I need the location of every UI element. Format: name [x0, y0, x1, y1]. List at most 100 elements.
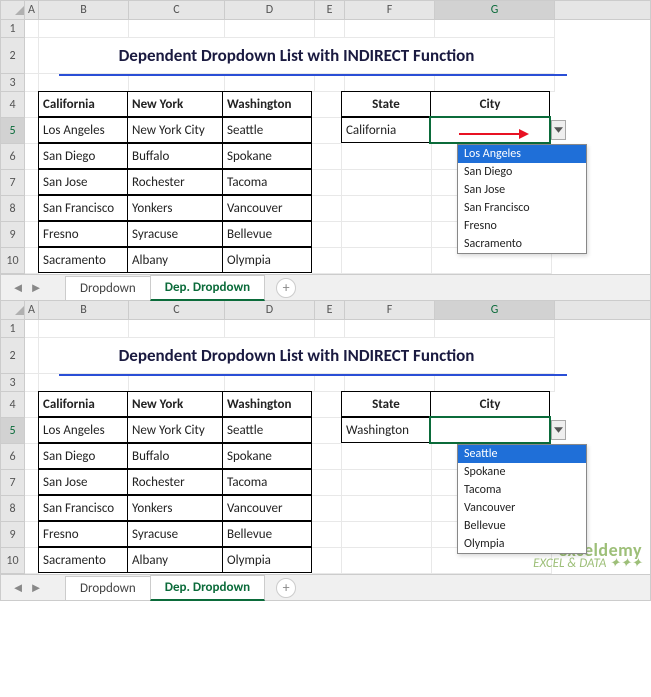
cell-blank[interactable] — [129, 74, 225, 92]
cell[interactable] — [342, 496, 432, 522]
cell-blank[interactable] — [435, 20, 555, 38]
row-header-5[interactable]: 5 — [1, 418, 25, 444]
table-cell[interactable]: Vancouver — [222, 195, 312, 221]
tab-dep-dropdown[interactable]: Dep. Dropdown — [150, 275, 265, 301]
cell[interactable] — [25, 418, 39, 444]
col-header-C[interactable]: C — [129, 301, 225, 319]
cell[interactable] — [312, 470, 342, 496]
table-cell[interactable]: Spokane — [222, 443, 312, 469]
table-cell[interactable]: Rochester — [127, 469, 223, 495]
table-cell[interactable]: Tacoma — [222, 469, 312, 495]
table-cell[interactable]: Albany — [127, 247, 223, 273]
add-sheet-button[interactable]: + — [276, 278, 296, 298]
dropdown-option[interactable]: Fresno — [458, 217, 586, 235]
table-cell[interactable]: Seattle — [222, 417, 312, 443]
cell[interactable] — [25, 170, 39, 196]
row-header-10[interactable]: 10 — [1, 248, 25, 274]
cell[interactable] — [312, 118, 342, 144]
table-cell[interactable]: Fresno — [38, 221, 128, 247]
cell[interactable] — [25, 496, 39, 522]
cell-blank[interactable] — [345, 320, 435, 338]
col-header-E[interactable]: E — [315, 301, 345, 319]
col-header-G[interactable]: G — [435, 301, 555, 319]
col-header-A[interactable]: A — [25, 301, 39, 319]
row-header-3[interactable]: 3 — [1, 374, 25, 392]
col-header-C[interactable]: C — [129, 1, 225, 19]
cell-blank[interactable] — [345, 374, 435, 392]
table-cell[interactable]: Vancouver — [222, 495, 312, 521]
cell[interactable] — [25, 222, 39, 248]
table-cell[interactable]: Rochester — [127, 169, 223, 195]
cell[interactable] — [342, 548, 432, 574]
dropdown-option[interactable]: Los Angeles — [458, 145, 586, 163]
cell-blank[interactable] — [129, 20, 225, 38]
cell-blank[interactable] — [435, 374, 555, 392]
cell[interactable] — [342, 222, 432, 248]
select-all-corner[interactable] — [1, 301, 25, 319]
cell-blank[interactable] — [225, 20, 315, 38]
cell-blank[interactable] — [435, 74, 555, 92]
col-header-D[interactable]: D — [225, 301, 315, 319]
cell[interactable] — [25, 522, 39, 548]
table-cell[interactable]: Los Angeles — [38, 117, 128, 143]
cell-blank[interactable] — [129, 320, 225, 338]
row-header-8[interactable]: 8 — [1, 196, 25, 222]
col-header-D[interactable]: D — [225, 1, 315, 19]
cell[interactable] — [25, 38, 39, 74]
table-cell[interactable]: Bellevue — [222, 521, 312, 547]
col-header-E[interactable]: E — [315, 1, 345, 19]
select-all-corner[interactable] — [1, 1, 25, 19]
cell[interactable] — [312, 92, 342, 118]
cell[interactable] — [342, 444, 432, 470]
cell[interactable] — [25, 392, 39, 418]
table-cell[interactable]: Fresno — [38, 521, 128, 547]
cell-blank[interactable] — [39, 74, 129, 92]
cell-blank[interactable] — [225, 74, 315, 92]
row-header-2[interactable]: 2 — [1, 38, 25, 74]
cell[interactable] — [312, 392, 342, 418]
cell[interactable] — [342, 522, 432, 548]
row-header-7[interactable]: 7 — [1, 170, 25, 196]
table-cell[interactable]: Seattle — [222, 117, 312, 143]
table-cell[interactable]: Syracuse — [127, 221, 223, 247]
cell-blank[interactable] — [315, 20, 345, 38]
col-header-F[interactable]: F — [345, 301, 435, 319]
table-cell[interactable]: Buffalo — [127, 443, 223, 469]
tab-dropdown[interactable]: Dropdown — [65, 576, 151, 600]
table-cell[interactable]: Los Angeles — [38, 417, 128, 443]
table-cell[interactable]: Buffalo — [127, 143, 223, 169]
row-header-9[interactable]: 9 — [1, 222, 25, 248]
cell[interactable] — [312, 548, 342, 574]
row-header-9[interactable]: 9 — [1, 522, 25, 548]
cell-blank[interactable] — [345, 74, 435, 92]
cell-blank[interactable] — [25, 374, 39, 392]
cell[interactable] — [342, 470, 432, 496]
row-header-6[interactable]: 6 — [1, 144, 25, 170]
cell-blank[interactable] — [315, 374, 345, 392]
dropdown-option[interactable]: Olympia — [458, 535, 586, 553]
tab-nav-prev-icon[interactable]: ◄ — [9, 580, 27, 596]
row-header-7[interactable]: 7 — [1, 470, 25, 496]
dropdown-list[interactable]: Los AngelesSan DiegoSan JoseSan Francisc… — [457, 144, 587, 254]
cell[interactable] — [312, 222, 342, 248]
table-cell[interactable]: Olympia — [222, 547, 312, 573]
table-cell[interactable]: Bellevue — [222, 221, 312, 247]
row-header-8[interactable]: 8 — [1, 496, 25, 522]
cell[interactable] — [25, 144, 39, 170]
tab-dropdown[interactable]: Dropdown — [65, 276, 151, 300]
cell[interactable] — [312, 144, 342, 170]
table-cell[interactable]: Sacramento — [38, 547, 128, 573]
cell-blank[interactable] — [435, 320, 555, 338]
cell[interactable] — [342, 196, 432, 222]
dropdown-option[interactable]: Sacramento — [458, 235, 586, 253]
table-cell[interactable]: Albany — [127, 547, 223, 573]
row-header-10[interactable]: 10 — [1, 548, 25, 574]
cell[interactable] — [312, 522, 342, 548]
row-header-4[interactable]: 4 — [1, 392, 25, 418]
cell[interactable] — [25, 248, 39, 274]
state-dropdown-cell[interactable]: California — [341, 117, 431, 143]
cell-blank[interactable] — [39, 320, 129, 338]
dropdown-option[interactable]: San Francisco — [458, 199, 586, 217]
city-dropdown-cell[interactable] — [430, 417, 550, 443]
row-header-3[interactable]: 3 — [1, 74, 25, 92]
